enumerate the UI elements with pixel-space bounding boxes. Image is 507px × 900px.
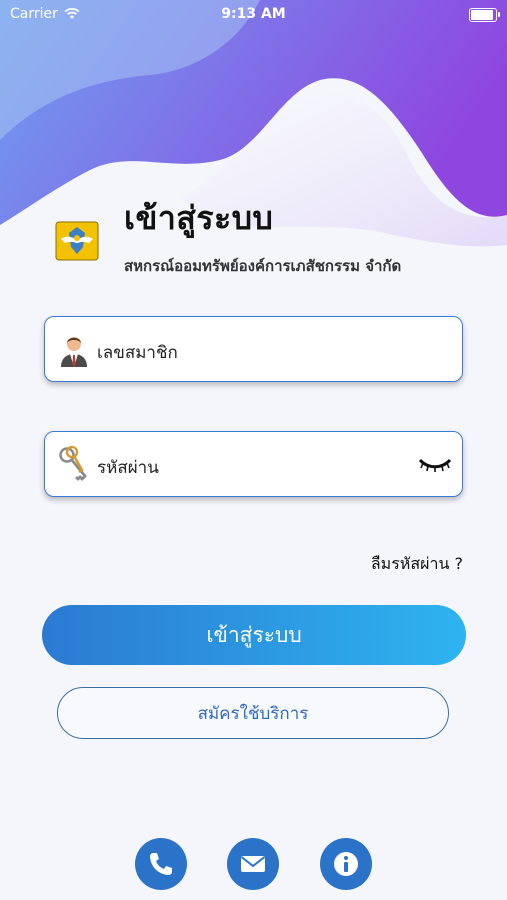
member-id-field[interactable]: เลขสมาชิก (44, 316, 463, 382)
info-button[interactable] (320, 838, 372, 890)
member-avatar-icon (61, 337, 87, 367)
password-placeholder: รหัสผ่าน (97, 458, 159, 478)
password-field[interactable]: รหัสผ่าน (44, 431, 463, 497)
email-button[interactable] (227, 838, 279, 890)
register-button[interactable]: สมัครใช้บริการ (57, 687, 449, 739)
show-password-eye-icon[interactable] (418, 454, 452, 474)
battery-icon (469, 8, 500, 22)
cooperative-logo (55, 221, 99, 261)
info-icon (334, 852, 358, 876)
login-button[interactable]: เข้าสู่ระบบ (42, 605, 466, 665)
member-id-placeholder: เลขสมาชิก (97, 343, 178, 363)
mail-icon (240, 856, 266, 872)
phone-icon (150, 853, 172, 875)
call-button[interactable] (135, 838, 187, 890)
keys-icon (59, 446, 87, 481)
organization-name: สหกรณ์ออมทรัพย์องค์การเภสัชกรรม จำกัด (124, 257, 402, 275)
clock: 9:13 AM (221, 6, 286, 22)
forgot-password-link[interactable]: ลืมรหัสผ่าน ? (371, 552, 463, 577)
status-bar: Carrier 9:13 AM (0, 0, 507, 28)
page-title: เข้าสู่ระบบ (124, 199, 274, 237)
